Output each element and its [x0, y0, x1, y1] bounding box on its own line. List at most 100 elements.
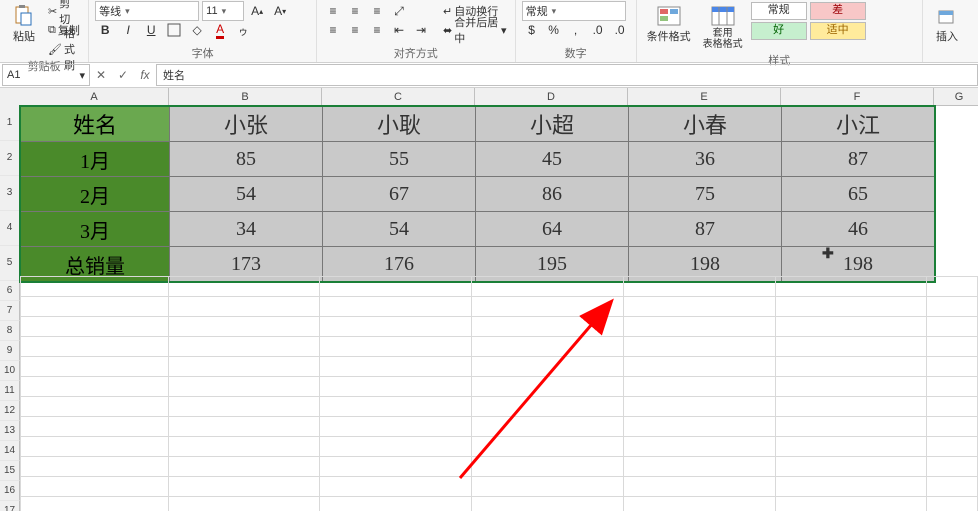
cell[interactable] — [623, 317, 775, 337]
cell[interactable] — [168, 397, 320, 417]
cell[interactable] — [775, 377, 927, 397]
cell[interactable] — [472, 277, 624, 297]
row-header-7[interactable]: 7 — [0, 301, 20, 321]
cell[interactable] — [472, 357, 624, 377]
cell[interactable] — [320, 437, 472, 457]
cell[interactable] — [21, 357, 169, 377]
cell[interactable] — [472, 497, 624, 511]
cell[interactable]: 小耿 — [323, 107, 476, 142]
cell[interactable]: 45 — [476, 142, 629, 177]
cell[interactable] — [21, 317, 169, 337]
cell[interactable] — [320, 337, 472, 357]
col-header-A[interactable]: A — [20, 88, 169, 106]
row-header-1[interactable]: 1 — [0, 106, 20, 141]
fx-button[interactable]: fx — [134, 68, 156, 82]
align-center-button[interactable]: ≡ — [345, 21, 365, 39]
row-header-6[interactable]: 6 — [0, 281, 20, 301]
font-name-combo[interactable]: 等线▾ — [95, 1, 199, 21]
cell[interactable] — [472, 457, 624, 477]
cell[interactable] — [168, 457, 320, 477]
row-header-5[interactable]: 5 — [0, 246, 20, 281]
align-right-button[interactable]: ≡ — [367, 21, 387, 39]
cell[interactable]: 46 — [782, 212, 935, 247]
cell[interactable] — [21, 437, 169, 457]
phonetic-button[interactable]: ゥ — [233, 21, 253, 39]
row-header-3[interactable]: 3 — [0, 176, 20, 211]
cell[interactable] — [623, 297, 775, 317]
cell[interactable] — [775, 497, 927, 511]
cut-button[interactable]: ✂剪切 — [46, 2, 82, 20]
cell[interactable] — [320, 297, 472, 317]
cell[interactable] — [927, 477, 978, 497]
currency-button[interactable]: $ — [522, 21, 542, 39]
col-header-C[interactable]: C — [322, 88, 475, 106]
fill-color-button[interactable]: ◇ — [187, 21, 207, 39]
row-header-15[interactable]: 15 — [0, 461, 20, 481]
cell[interactable] — [623, 377, 775, 397]
cell[interactable]: 87 — [629, 212, 782, 247]
cell[interactable] — [168, 377, 320, 397]
select-all-button[interactable] — [0, 88, 21, 107]
merge-center-button[interactable]: ⬌合并后居中▾ — [441, 21, 509, 39]
col-header-G[interactable]: G — [934, 88, 978, 106]
name-box[interactable]: A1▾ — [2, 64, 90, 86]
cell[interactable]: 65 — [782, 177, 935, 212]
row-header-13[interactable]: 13 — [0, 421, 20, 441]
cancel-formula-button[interactable]: ✕ — [90, 68, 112, 82]
align-bottom-button[interactable]: ≡ — [367, 2, 387, 20]
cell[interactable] — [775, 297, 927, 317]
formula-input[interactable]: 姓名 — [156, 64, 978, 86]
cell[interactable] — [775, 277, 927, 297]
cond-format-button[interactable]: 条件格式 — [643, 2, 695, 46]
cell[interactable] — [320, 477, 472, 497]
cell[interactable] — [927, 497, 978, 511]
cell[interactable] — [927, 417, 978, 437]
orientation-button[interactable]: ⤢ — [389, 2, 409, 20]
cell[interactable]: 75 — [629, 177, 782, 212]
cell[interactable] — [472, 437, 624, 457]
cell[interactable] — [21, 337, 169, 357]
cell[interactable] — [775, 457, 927, 477]
cell[interactable] — [168, 497, 320, 511]
cell[interactable]: 86 — [476, 177, 629, 212]
cell[interactable] — [623, 357, 775, 377]
cell[interactable] — [472, 377, 624, 397]
cell[interactable] — [775, 357, 927, 377]
align-middle-button[interactable]: ≡ — [345, 2, 365, 20]
cell[interactable]: 1月 — [21, 142, 170, 177]
style-good[interactable]: 好 — [751, 22, 807, 40]
table-format-button[interactable]: 套用 表格格式 — [699, 2, 747, 52]
cell[interactable] — [21, 497, 169, 511]
cell[interactable] — [927, 277, 978, 297]
cell[interactable] — [623, 477, 775, 497]
cell[interactable]: 54 — [170, 177, 323, 212]
cell[interactable] — [623, 457, 775, 477]
cell[interactable] — [927, 297, 978, 317]
cell[interactable] — [623, 437, 775, 457]
cell[interactable] — [320, 417, 472, 437]
cell[interactable] — [21, 277, 169, 297]
cell[interactable] — [623, 277, 775, 297]
cell[interactable] — [320, 457, 472, 477]
percent-button[interactable]: % — [544, 21, 564, 39]
cell[interactable] — [320, 497, 472, 511]
borders-button[interactable] — [164, 21, 184, 39]
cell[interactable] — [775, 317, 927, 337]
cell[interactable] — [623, 337, 775, 357]
row-header-16[interactable]: 16 — [0, 481, 20, 501]
dec-decimal-button[interactable]: .0 — [610, 21, 630, 39]
cell[interactable]: 小江 — [782, 107, 935, 142]
font-size-combo[interactable]: 11▾ — [202, 1, 244, 21]
cell[interactable]: 64 — [476, 212, 629, 247]
row-header-17[interactable]: 17 — [0, 501, 20, 511]
comma-button[interactable]: , — [566, 21, 586, 39]
cell[interactable] — [320, 277, 472, 297]
cell[interactable] — [927, 357, 978, 377]
cell[interactable] — [775, 337, 927, 357]
cell[interactable] — [320, 357, 472, 377]
align-left-button[interactable]: ≡ — [323, 21, 343, 39]
cell[interactable] — [775, 397, 927, 417]
data-table[interactable]: 姓名小张小耿小超小春小江1月85554536872月54678675653月34… — [20, 106, 935, 282]
cell[interactable] — [168, 277, 320, 297]
font-color-button[interactable]: A — [210, 21, 230, 39]
